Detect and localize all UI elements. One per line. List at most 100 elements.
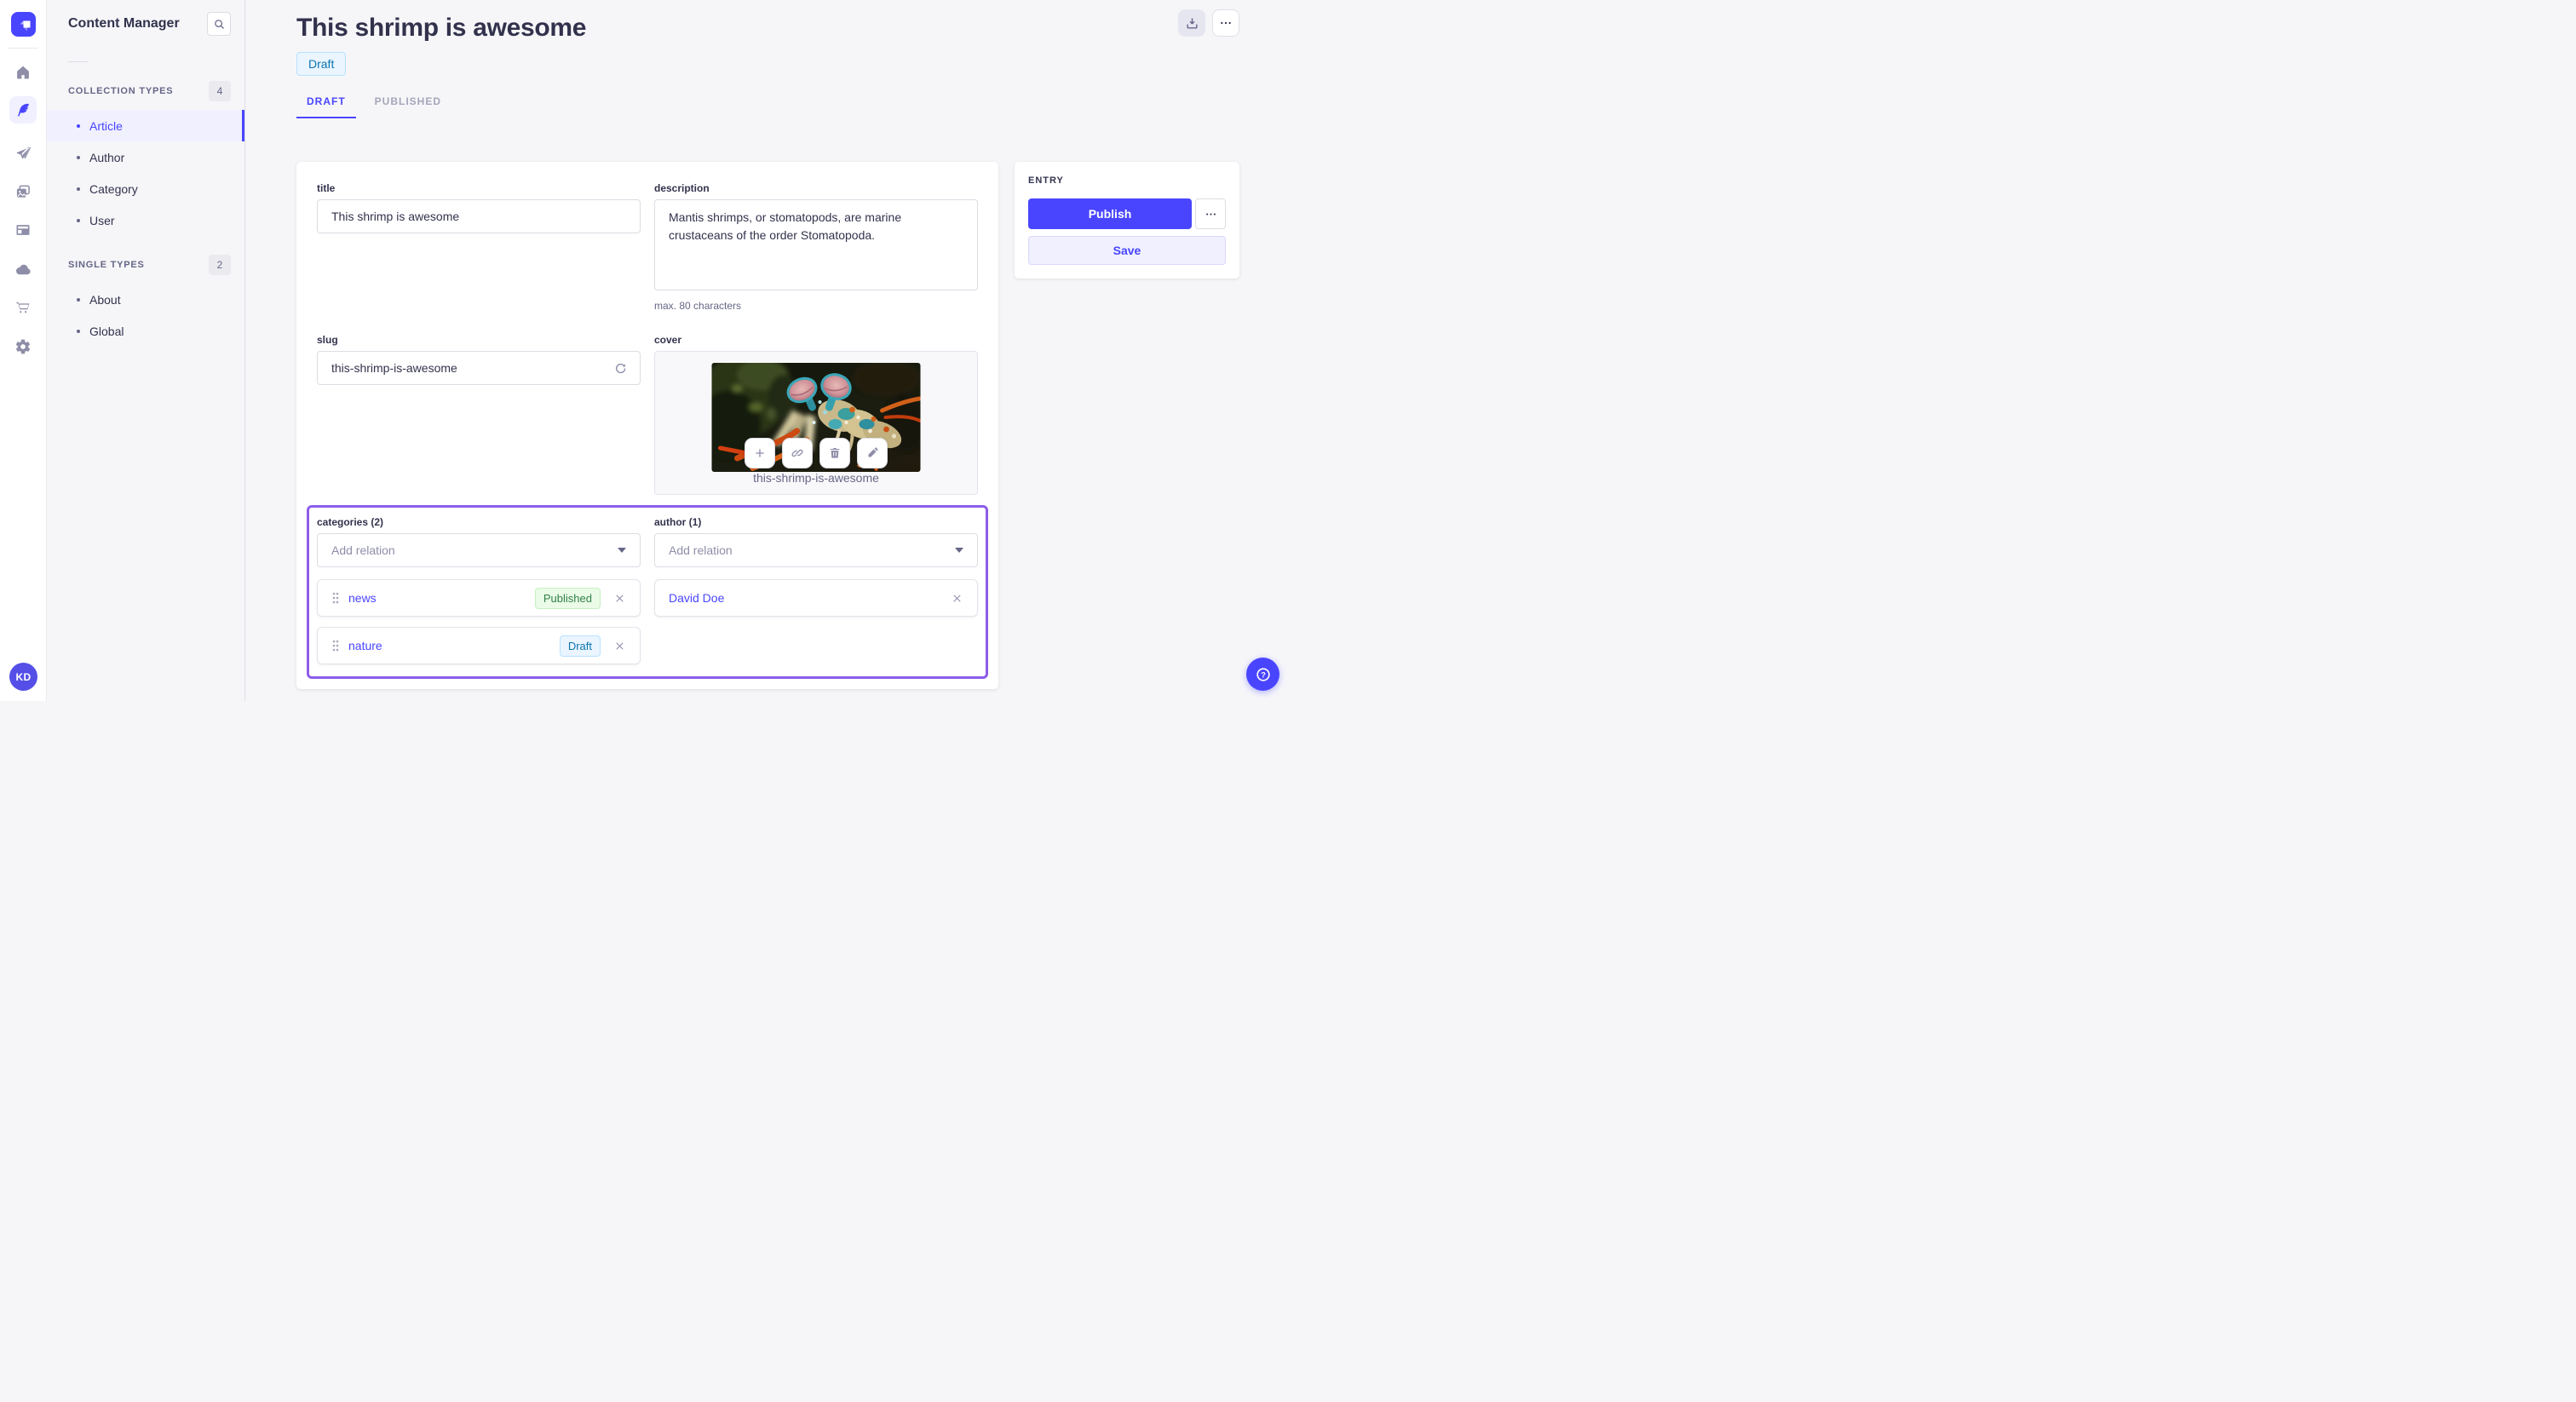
remove-relation-button[interactable]	[612, 590, 628, 606]
select-placeholder: Add relation	[669, 543, 733, 557]
sidebar-item-article[interactable]: Article	[47, 110, 244, 141]
bullet-icon	[77, 187, 80, 191]
layout-icon[interactable]	[9, 216, 37, 244]
download-button[interactable]	[1178, 9, 1205, 37]
cover-caption: this-shrimp-is-awesome	[753, 471, 879, 485]
bullet-icon	[77, 155, 80, 159]
delete-asset-button[interactable]	[819, 438, 850, 468]
draft-status-pill: Draft	[559, 635, 601, 657]
sidebar-item-label: Global	[89, 324, 124, 338]
tab-draft[interactable]: DRAFT	[296, 95, 356, 118]
help-button[interactable]: ?	[1246, 658, 1279, 691]
close-icon	[616, 641, 624, 650]
remove-relation-button[interactable]	[949, 590, 965, 606]
chevron-down-icon	[955, 548, 963, 553]
content-manager-subnav: Content Manager COLLECTION TYPES 4 Artic…	[47, 0, 245, 701]
cart-icon[interactable]	[9, 294, 37, 321]
cover-actions	[745, 438, 888, 468]
sidebar-item-category[interactable]: Category	[47, 173, 244, 204]
section-label: SINGLE TYPES	[68, 260, 145, 270]
chevron-down-icon	[618, 548, 626, 553]
sidebar-item-user[interactable]: User	[47, 204, 244, 236]
remove-relation-button[interactable]	[612, 638, 628, 654]
plus-icon	[756, 449, 764, 457]
description-hint: max. 80 characters	[654, 300, 742, 312]
bullet-icon	[77, 297, 80, 302]
entry-panel: ENTRY Publish Save	[1015, 162, 1239, 279]
subnav-divider	[68, 61, 89, 62]
search-button[interactable]	[207, 12, 231, 36]
relation-row-author: David Doe	[654, 579, 978, 617]
entry-heading: ENTRY	[1028, 175, 1064, 186]
relation-row-nature: nature Draft	[317, 627, 641, 664]
sidebar-item-about[interactable]: About	[47, 284, 244, 315]
categories-label: categories (2)	[317, 516, 384, 528]
feather-icon[interactable]	[9, 96, 37, 124]
cover-label: cover	[654, 334, 682, 346]
author-relation-select[interactable]: Add relation	[654, 533, 978, 567]
relation-link[interactable]: nature	[348, 639, 382, 652]
close-icon	[616, 594, 624, 602]
question-icon: ?	[1256, 667, 1270, 681]
copy-link-button[interactable]	[782, 438, 813, 468]
slug-input[interactable]	[317, 351, 641, 385]
user-avatar[interactable]: KD	[9, 663, 37, 691]
relations-highlight-outline: categories (2) Add relation news Publish	[307, 505, 988, 679]
single-types-count: 2	[209, 255, 231, 275]
drag-handle-icon[interactable]	[331, 591, 340, 605]
entry-more-button[interactable]	[1195, 198, 1226, 229]
media-icon[interactable]	[9, 178, 37, 205]
cover-field: cover this-shrimp-is-awesome	[654, 334, 978, 495]
home-icon[interactable]	[9, 59, 37, 86]
title-label: title	[317, 182, 336, 194]
author-field: author (1) Add relation David Doe	[654, 516, 978, 664]
svg-text:?: ?	[1261, 670, 1266, 679]
drag-handle-icon[interactable]	[331, 639, 340, 652]
status-badge: Draft	[296, 52, 347, 76]
description-input[interactable]: Mantis shrimps, or stomatopods, are mari…	[654, 199, 978, 290]
sidebar-item-global[interactable]: Global	[47, 315, 244, 347]
version-tabs: DRAFT PUBLISHED	[296, 95, 1239, 118]
close-icon	[953, 594, 961, 602]
main-navbar: KD	[0, 0, 47, 701]
cloud-icon[interactable]	[9, 256, 37, 283]
publish-button[interactable]: Publish	[1028, 198, 1192, 229]
add-asset-button[interactable]	[745, 438, 775, 468]
trash-icon	[830, 448, 840, 458]
more-icon	[1205, 212, 1216, 215]
search-icon	[214, 19, 224, 29]
categories-field: categories (2) Add relation news Publish	[317, 516, 641, 664]
bullet-icon	[77, 218, 80, 222]
more-options-button[interactable]	[1212, 9, 1239, 37]
strapi-logo[interactable]	[11, 12, 36, 37]
description-field: description Mantis shrimps, or stomatopo…	[654, 182, 978, 312]
select-placeholder: Add relation	[331, 543, 395, 557]
sidebar-item-author[interactable]: Author	[47, 141, 244, 173]
categories-relation-select[interactable]: Add relation	[317, 533, 641, 567]
sidebar-item-label: Article	[89, 118, 123, 133]
relation-link[interactable]: news	[348, 591, 377, 605]
section-label: COLLECTION TYPES	[68, 86, 174, 96]
author-label: author (1)	[654, 516, 702, 528]
sidebar-item-label: Author	[89, 150, 125, 164]
regenerate-icon	[615, 363, 625, 373]
title-input[interactable]	[317, 199, 641, 233]
published-status-pill: Published	[534, 587, 601, 609]
pencil-icon	[868, 447, 878, 457]
send-icon[interactable]	[9, 140, 37, 167]
strapi-logo-glyph	[20, 20, 30, 31]
gear-icon[interactable]	[9, 333, 37, 360]
subnav-title: Content Manager	[68, 16, 180, 31]
page-title: This shrimp is awesome	[296, 14, 587, 42]
navbar-divider	[8, 48, 38, 49]
title-field: title	[317, 182, 641, 312]
sidebar-item-label: Category	[89, 181, 138, 196]
collection-types-count: 4	[209, 81, 231, 101]
main-content: This shrimp is awesome Draft DRAFT PUBLI…	[245, 0, 1288, 701]
tab-published[interactable]: PUBLISHED	[365, 95, 451, 118]
slug-label: slug	[317, 334, 338, 346]
edit-asset-button[interactable]	[857, 438, 888, 468]
relation-link[interactable]: David Doe	[669, 591, 724, 605]
regenerate-slug-button[interactable]	[610, 358, 630, 378]
save-button[interactable]: Save	[1028, 236, 1226, 265]
